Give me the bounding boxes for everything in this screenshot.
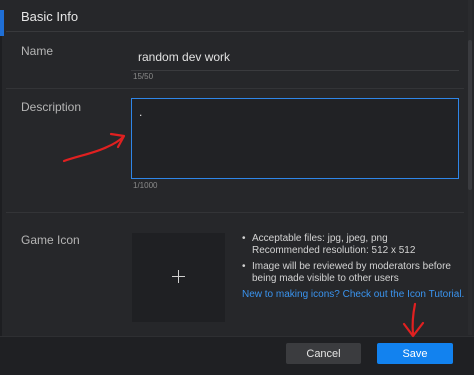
- red-arrow-down-icon: [402, 302, 425, 338]
- header-divider: [6, 31, 464, 32]
- description-textarea[interactable]: .: [131, 98, 459, 179]
- cancel-button[interactable]: Cancel: [286, 343, 361, 364]
- icon-requirements-list: • Acceptable files: jpg, jpeg, png Recom…: [240, 233, 451, 289]
- list-item: • Acceptable files: jpg, jpeg, png Recom…: [240, 233, 451, 257]
- name-input-underline: [131, 70, 459, 71]
- description-row-divider: [6, 212, 464, 213]
- game-icon-label: Game Icon: [21, 233, 80, 247]
- name-label: Name: [21, 44, 54, 58]
- description-label: Description: [21, 100, 82, 114]
- info-line: Acceptable files: jpg, jpeg, png: [252, 233, 388, 244]
- info-line: being made visible to other users: [252, 273, 399, 284]
- name-row-divider: [6, 88, 464, 89]
- description-text: .: [139, 105, 143, 119]
- name-char-counter: 15/50: [133, 72, 154, 81]
- section-title: Basic Info: [21, 9, 79, 24]
- annotation-overlay: [62, 132, 425, 338]
- icon-upload-button[interactable]: [132, 233, 225, 322]
- description-char-counter: 1/1000: [133, 181, 158, 190]
- bullet-icon: •: [242, 261, 246, 272]
- bullet-icon: •: [242, 233, 246, 244]
- active-section-indicator: [0, 10, 4, 36]
- side-strip: [0, 36, 2, 336]
- info-line: Recommended resolution: 512 x 512: [252, 245, 416, 256]
- icon-tutorial-link[interactable]: New to making icons? Check out the Icon …: [242, 289, 464, 300]
- list-item: • Image will be reviewed by moderators b…: [240, 261, 451, 285]
- red-arrow-icon: [62, 132, 126, 163]
- plus-icon-vertical: [178, 270, 179, 283]
- save-button[interactable]: Save: [377, 343, 453, 364]
- scrollbar-thumb[interactable]: [468, 40, 472, 190]
- info-line: Image will be reviewed by moderators bef…: [252, 261, 451, 272]
- name-input[interactable]: random dev work: [138, 50, 230, 64]
